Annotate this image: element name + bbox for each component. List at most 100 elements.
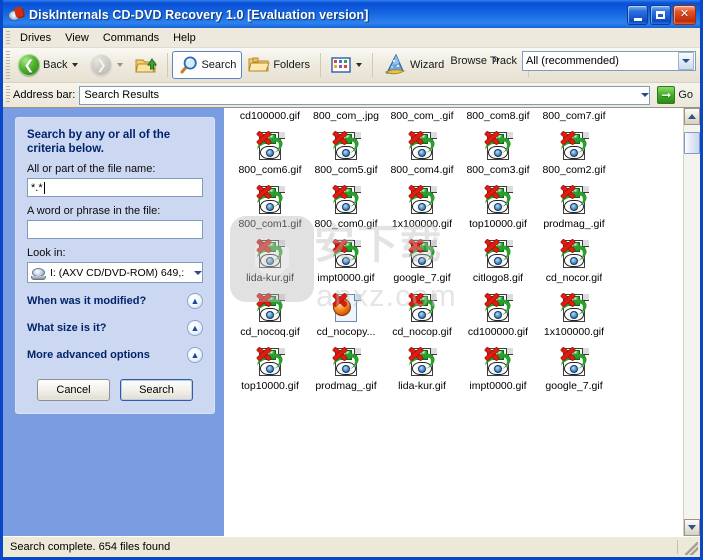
file-item[interactable]: IF 800_com1.gif — [232, 184, 308, 230]
go-button[interactable]: ➞ Go — [654, 86, 696, 104]
file-item[interactable]: IF prodmag_.gif — [536, 184, 612, 230]
file-item[interactable]: IF lida-kur.gif — [384, 346, 460, 392]
search-button[interactable]: Search — [172, 51, 243, 79]
menu-drives[interactable]: Drives — [13, 31, 58, 45]
menu-gripper[interactable] — [6, 31, 10, 44]
chevron-down-icon[interactable] — [356, 63, 363, 67]
file-item[interactable]: IFcd100000.gif — [232, 108, 308, 122]
file-item[interactable]: IF 800_com2.gif — [536, 130, 612, 176]
file-name: 800_com5.gif — [314, 164, 378, 176]
menu-commands[interactable]: Commands — [96, 31, 166, 45]
file-item[interactable]: IF 800_com3.gif — [460, 130, 536, 176]
file-name: cd100000.gif — [467, 326, 529, 338]
file-grid: IFcd100000.gifIF800_com_.jpgIF800_com_.g… — [224, 108, 683, 536]
file-item[interactable]: IF 1x100000.gif — [536, 292, 612, 338]
gif-recovery-icon: IF — [330, 346, 362, 378]
file-item[interactable]: IF impt0000.gif — [308, 238, 384, 284]
file-item[interactable]: IF citlogo8.gif — [460, 238, 536, 284]
file-name: 1x100000.gif — [391, 218, 453, 230]
file-name: 800_com3.gif — [466, 164, 530, 176]
green-arrow-icon: ➞ — [657, 86, 676, 104]
lookin-value: I: (AXV CD/DVD-ROM) 649,: — [50, 266, 185, 279]
file-name: 800_com8.gif — [466, 110, 530, 122]
file-item[interactable]: IF top10000.gif — [460, 184, 536, 230]
search-submit-button[interactable]: Search — [120, 379, 193, 401]
file-name: 800_com_.gif — [390, 110, 454, 122]
file-item[interactable]: IF800_com8.gif — [460, 108, 536, 122]
magnifier-icon — [180, 56, 198, 74]
file-item[interactable]: IF 800_com6.gif — [232, 130, 308, 176]
file-item[interactable]: IF cd_nocoq.gif — [232, 292, 308, 338]
vertical-scrollbar[interactable] — [683, 108, 700, 536]
maximize-button[interactable] — [650, 4, 671, 25]
section-what-size[interactable]: What size is it? ▲ — [27, 320, 203, 336]
close-button[interactable]: ✕ — [673, 4, 696, 25]
chevron-down-icon[interactable] — [678, 52, 694, 70]
menu-help[interactable]: Help — [166, 31, 203, 45]
section-advanced-options[interactable]: More advanced options ▲ — [27, 347, 203, 363]
gif-recovery-icon: IF — [482, 346, 514, 378]
back-button[interactable]: ❮ Back — [12, 51, 84, 79]
section-when-modified[interactable]: When was it modified? ▲ — [27, 293, 203, 309]
file-item[interactable]: IF impt0000.gif — [460, 346, 536, 392]
file-item[interactable]: IF google_7.gif — [536, 346, 612, 392]
file-item[interactable]: IF cd_nocop.gif — [384, 292, 460, 338]
scrollbar-thumb[interactable] — [684, 132, 700, 154]
gif-recovery-icon: IF — [254, 292, 286, 324]
forward-button[interactable]: ❯ — [84, 51, 129, 79]
file-item[interactable]: IF 800_com0.gif — [308, 184, 384, 230]
address-gripper[interactable] — [6, 86, 10, 104]
gif-recovery-icon: IF — [558, 346, 590, 378]
wizard-button[interactable]: Wizard — [377, 51, 450, 79]
file-item[interactable]: IF 800_com4.gif — [384, 130, 460, 176]
scroll-down-button[interactable] — [684, 519, 700, 536]
file-name: impt0000.gif — [469, 380, 527, 392]
scrollbar-track[interactable] — [684, 125, 700, 519]
gif-recovery-icon: IF — [254, 346, 286, 378]
file-item[interactable]: cd_nocopy... — [308, 292, 384, 338]
up-button[interactable] — [129, 51, 163, 79]
file-item[interactable]: IF google_7.gif — [384, 238, 460, 284]
chevron-up-double-icon[interactable]: ▲ — [187, 293, 203, 309]
chevron-down-icon[interactable] — [72, 63, 79, 67]
section-label: More advanced options — [27, 349, 150, 361]
status-text: Search complete. 654 files found — [10, 541, 171, 553]
chevron-up-double-icon[interactable]: ▲ — [187, 347, 203, 363]
file-item[interactable]: IFcd100000.gif — [460, 292, 536, 338]
file-item[interactable]: IF 1x100000.gif — [384, 184, 460, 230]
file-name: 800_com_.jpg — [313, 110, 379, 122]
chevron-down-icon[interactable] — [641, 93, 650, 97]
address-input[interactable]: Search Results — [79, 85, 651, 105]
up-folder-icon — [135, 58, 158, 73]
menu-view[interactable]: View — [58, 31, 96, 45]
gif-recovery-icon: IF — [558, 184, 590, 216]
file-item[interactable]: IF prodmag_.gif — [308, 346, 384, 392]
file-item[interactable]: IF lida-kur.gif — [232, 238, 308, 284]
chevron-up-double-icon[interactable]: ▲ — [187, 320, 203, 336]
phrase-input[interactable] — [27, 220, 203, 239]
gif-recovery-icon: IF — [254, 130, 286, 162]
file-name: top10000.gif — [469, 218, 527, 230]
minimize-button[interactable] — [627, 4, 648, 25]
filename-input[interactable]: *.* — [27, 178, 203, 197]
browse-track-select[interactable]: All (recommended) — [522, 51, 696, 71]
gif-recovery-icon: IF — [482, 130, 514, 162]
file-item[interactable]: IF800_com_.jpg — [308, 108, 384, 122]
file-item[interactable]: IF cd_nocor.gif — [536, 238, 612, 284]
file-item[interactable]: IF top10000.gif — [232, 346, 308, 392]
file-item[interactable]: IF800_com7.gif — [536, 108, 612, 122]
toolbar-gripper[interactable] — [6, 51, 10, 79]
cancel-button[interactable]: Cancel — [37, 379, 110, 401]
wizard-label: Wizard — [410, 59, 445, 71]
folders-button[interactable]: Folders — [242, 51, 316, 79]
file-item[interactable]: IF800_com_.gif — [384, 108, 460, 122]
application-window: DiskInternals CD-DVD Recovery 1.0 [Evalu… — [0, 0, 703, 560]
search-panel-title: Search by any or all of the criteria bel… — [27, 129, 171, 155]
lookin-select[interactable]: I: (AXV CD/DVD-ROM) 649,: — [27, 262, 203, 283]
scroll-up-button[interactable] — [684, 108, 700, 125]
search-panel-buttons: Cancel Search — [27, 379, 203, 401]
chevron-down-icon[interactable] — [194, 270, 202, 275]
views-button[interactable] — [325, 51, 368, 79]
file-item[interactable]: IF 800_com5.gif — [308, 130, 384, 176]
resize-grip[interactable] — [685, 542, 698, 555]
